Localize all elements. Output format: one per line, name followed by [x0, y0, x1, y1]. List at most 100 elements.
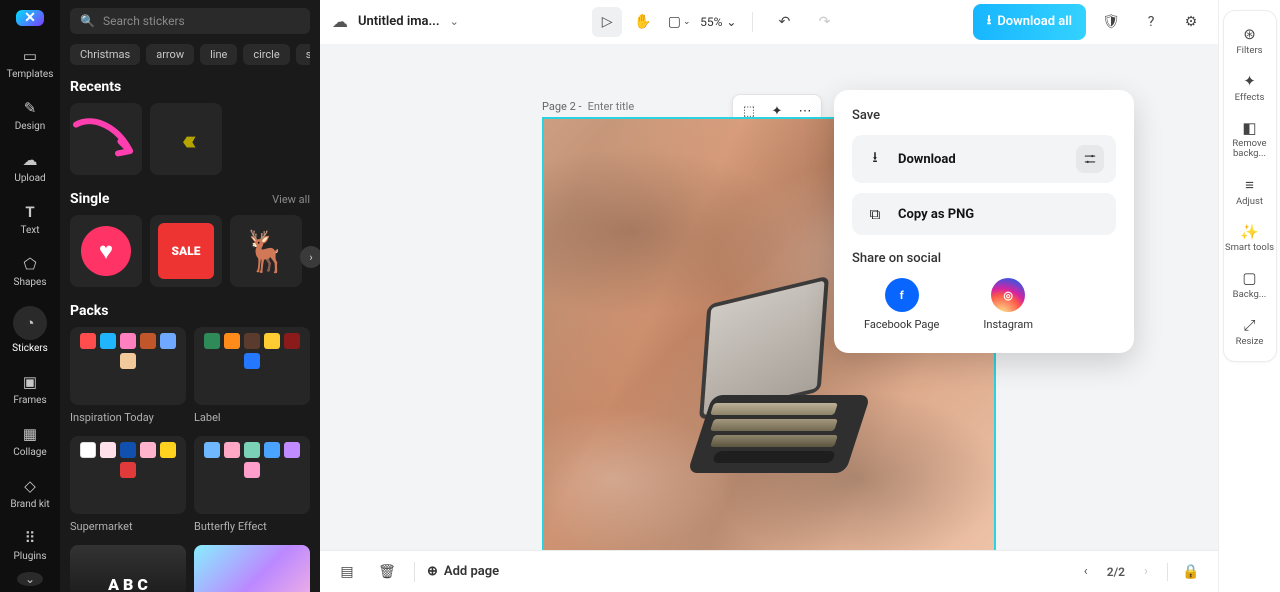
help-button[interactable]: ?: [1136, 7, 1166, 37]
delete-page-button[interactable]: 🗑: [372, 557, 402, 587]
nav-stickers[interactable]: ◔Stickers: [0, 298, 60, 362]
pack-extra-1[interactable]: A B C: [70, 545, 186, 592]
share-instagram[interactable]: ◎ Instagram: [983, 278, 1033, 331]
add-page-button[interactable]: ⊕Add page: [427, 564, 499, 579]
chip-circle[interactable]: circle: [243, 44, 289, 65]
pack-inspiration[interactable]: [70, 327, 186, 405]
single-reindeer[interactable]: 🦌: [230, 215, 302, 287]
download-popover: Save ⭳ Download ⧉ Copy as PNG Share on s…: [834, 90, 1134, 353]
copy-icon: ⧉: [864, 203, 886, 225]
stickers-panel: 🔍 Search stickers Christmas arrow line c…: [60, 0, 320, 592]
plugins-icon: ⠿: [20, 528, 40, 548]
nav-collage[interactable]: ▦Collage: [0, 416, 60, 466]
instagram-icon: ◎: [991, 278, 1025, 312]
frames-icon: ▣: [20, 372, 40, 392]
heart-icon: ♥: [81, 226, 131, 276]
pages-icon: ▤: [340, 564, 353, 580]
download-option[interactable]: ⭳ Download: [852, 135, 1116, 183]
eraser-icon: ◧: [1242, 119, 1256, 137]
sale-tag-icon: [204, 333, 220, 349]
zoom-control[interactable]: 55%⌄: [700, 15, 736, 29]
single-sale[interactable]: SALE: [150, 215, 222, 287]
asterisk-icon: [80, 333, 96, 349]
rail-filters[interactable]: ⊛Filters: [1224, 17, 1276, 64]
nav-more[interactable]: ⌄: [17, 572, 43, 586]
pack-butterfly[interactable]: [194, 436, 310, 514]
settings-button[interactable]: ⚙: [1176, 7, 1206, 37]
chip-arrow[interactable]: arrow: [146, 44, 194, 65]
rail-adjust[interactable]: ≡Adjust: [1224, 168, 1276, 215]
nav-text[interactable]: TText: [0, 194, 60, 244]
pages-button[interactable]: ▤: [332, 557, 362, 587]
bfly4-icon: [264, 442, 280, 458]
badge2-icon: [100, 442, 116, 458]
project-title[interactable]: Untitled ima...: [358, 14, 440, 29]
trash-icon: 🗑: [378, 564, 396, 580]
next-page-button[interactable]: ›: [1133, 559, 1159, 585]
redo-button[interactable]: ↷: [809, 7, 839, 37]
templates-icon: ▭: [20, 46, 40, 66]
crop-icon: ▢: [668, 14, 681, 30]
footer-bar: ▤ 🗑 ⊕Add page ‹ 2/2 › 🔒: [320, 550, 1218, 592]
download-all-button[interactable]: ⭳Download all: [973, 4, 1086, 40]
nav-shapes[interactable]: ⬠Shapes: [0, 246, 60, 296]
pack-label[interactable]: [194, 327, 310, 405]
app-logo[interactable]: [16, 10, 44, 26]
title-chevron-icon[interactable]: ⌄: [450, 15, 459, 28]
left-nav: ▭Templates ✎Design ☁Upload TText ⬠Shapes…: [0, 0, 60, 592]
share-section-title: Share on social: [852, 251, 1116, 266]
page-title-input[interactable]: [588, 100, 658, 113]
pack3-label: Supermarket: [70, 520, 186, 533]
undo-button[interactable]: ↶: [769, 7, 799, 37]
rail-effects[interactable]: ✦Effects: [1224, 64, 1276, 111]
prev-page-button[interactable]: ‹: [1073, 559, 1099, 585]
chevrons-icon: ‹‹‹: [182, 123, 191, 156]
copy-png-option[interactable]: ⧉ Copy as PNG: [852, 193, 1116, 235]
single-next-button[interactable]: ›: [300, 246, 320, 268]
recent-sticker-arrow[interactable]: [70, 103, 142, 175]
pill-icon: [140, 333, 156, 349]
topbar: ☁ Untitled ima... ⌄ ▷ ✋ ▢⌄ 55%⌄ ↶ ↷ ⭳Dow…: [320, 0, 1218, 44]
cloud-sync-icon[interactable]: ☁: [332, 12, 348, 31]
bandage-icon: [120, 353, 136, 369]
nav-upload[interactable]: ☁Upload: [0, 142, 60, 192]
nav-frames[interactable]: ▣Frames: [0, 364, 60, 414]
shapes-icon: ⬠: [20, 254, 40, 274]
pointer-icon: ▷: [602, 14, 613, 30]
share-facebook[interactable]: f Facebook Page: [864, 278, 939, 331]
packs-title: Packs: [70, 303, 108, 319]
nav-design[interactable]: ✎Design: [0, 90, 60, 140]
single-heart[interactable]: ♥: [70, 215, 142, 287]
rail-background[interactable]: ▢Backg...: [1224, 261, 1276, 308]
lock-button[interactable]: 🔒: [1176, 557, 1206, 587]
download-settings-button[interactable]: [1076, 145, 1104, 173]
canvas[interactable]: Page 2 - ⬚ ✦ ⋯ ⧉ ⋯: [320, 44, 1218, 550]
pack-supermarket[interactable]: [70, 436, 186, 514]
chip-christmas[interactable]: Christmas: [70, 44, 140, 65]
download-icon: ⭳: [864, 148, 886, 170]
badge6-icon: [120, 462, 136, 478]
recent-sticker-chevrons[interactable]: ‹‹‹: [150, 103, 222, 175]
hand-tool[interactable]: ✋: [628, 7, 658, 37]
shield-button[interactable]: 🛡: [1096, 7, 1126, 37]
chip-line[interactable]: line: [200, 44, 237, 65]
nav-plugins[interactable]: ⠿Plugins: [0, 520, 60, 570]
pack-extra-2[interactable]: [194, 545, 310, 592]
crop-tool[interactable]: ▢⌄: [664, 7, 694, 37]
brandkit-icon: ◇: [20, 476, 40, 496]
rail-resize[interactable]: ⤢Resize: [1224, 308, 1276, 355]
rail-remove-bg[interactable]: ◧Remove backg...: [1224, 111, 1276, 168]
pointer-tool[interactable]: ▷: [592, 7, 622, 37]
single-view-all[interactable]: View all: [272, 193, 310, 206]
rail-smart-tools[interactable]: ✨Smart tools: [1224, 215, 1276, 261]
redo-icon: ↷: [819, 14, 831, 30]
download-icon: ⭳: [987, 11, 992, 33]
pack4-label: Butterfly Effect: [194, 520, 310, 533]
nav-templates[interactable]: ▭Templates: [0, 38, 60, 88]
search-input[interactable]: 🔍 Search stickers: [70, 8, 310, 34]
text-icon: T: [20, 202, 40, 222]
undo-icon: ↶: [779, 14, 791, 30]
badge1-icon: [80, 442, 96, 458]
nav-brandkit[interactable]: ◇Brand kit: [0, 468, 60, 518]
chip-square[interactable]: squ: [296, 44, 310, 65]
